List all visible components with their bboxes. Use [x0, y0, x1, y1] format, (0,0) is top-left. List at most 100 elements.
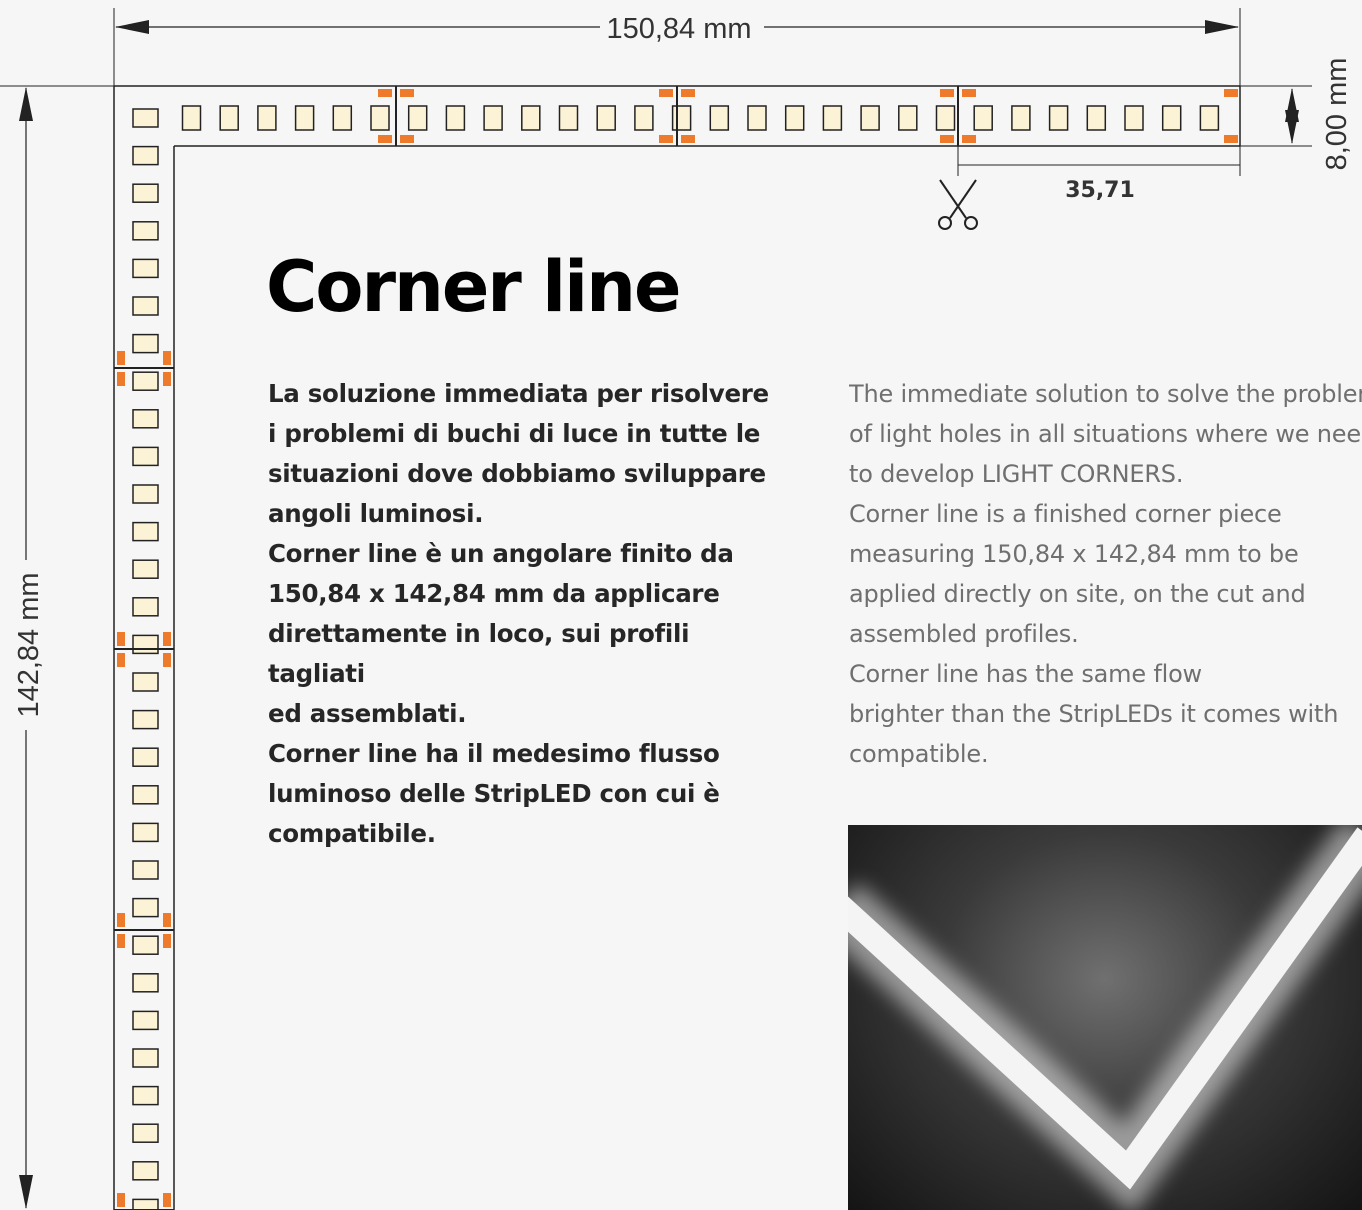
- led-chip: [132, 1161, 159, 1181]
- led-chip: [822, 105, 843, 131]
- led-chip: [1048, 105, 1069, 131]
- led-chip: [132, 1123, 159, 1143]
- led-chip: [558, 105, 579, 131]
- led-chip: [132, 296, 159, 316]
- paragraph: Corner line has the same flow brighter th…: [849, 654, 1362, 774]
- text-line: measuring 150,84 x 142,84 mm to be: [849, 540, 1299, 568]
- led-chip: [332, 105, 353, 131]
- led-chip: [132, 1085, 159, 1106]
- led-chip: [132, 1010, 159, 1031]
- led-chip: [407, 105, 428, 131]
- solder-pad: [1224, 135, 1238, 143]
- solder-pad: [117, 372, 125, 386]
- english-description: The immediate solution to solve the prob…: [849, 374, 1362, 774]
- text-line: i problemi di buchi di luce in tutte le: [268, 419, 761, 448]
- text-line: compatibile.: [268, 819, 436, 848]
- led-chip: [132, 1198, 159, 1210]
- text-line: brighter than the StripLEDs it comes wit…: [849, 700, 1339, 728]
- paragraph: Corner line ha il medesimo flusso luminos…: [268, 734, 788, 854]
- height-dimension: 142,84 mm: [13, 87, 45, 1209]
- led-chip: [521, 105, 541, 131]
- solder-pad: [681, 89, 695, 97]
- led-chip: [132, 258, 159, 279]
- led-chip: [132, 446, 159, 467]
- led-chip: [370, 105, 390, 131]
- led-chip: [132, 371, 159, 391]
- led-chip: [898, 105, 918, 131]
- solder-pad: [117, 934, 125, 948]
- text-line: of light holes in all situations where w…: [849, 420, 1362, 448]
- led-chip: [860, 105, 880, 131]
- paragraph: The immediate solution to solve the prob…: [849, 374, 1362, 494]
- led-chip: [132, 822, 159, 843]
- solder-pad: [163, 351, 171, 365]
- led-chip: [132, 634, 159, 655]
- solder-pad: [659, 135, 673, 143]
- led-chip: [132, 747, 159, 767]
- cut-spacing-label: 35,71: [1065, 178, 1135, 203]
- solder-pad: [117, 653, 125, 667]
- text-line: to develop LIGHT CORNERS.: [849, 460, 1184, 488]
- led-chip: [132, 221, 159, 241]
- text-line: angoli luminosi.: [268, 499, 484, 528]
- solder-pad: [400, 89, 414, 97]
- solder-pad: [400, 135, 414, 143]
- led-chip: [132, 709, 159, 730]
- led-chip: [596, 105, 616, 131]
- solder-pad: [117, 1193, 125, 1207]
- led-chip: [1011, 105, 1031, 131]
- text-line: ed assemblati.: [268, 699, 467, 728]
- led-chip: [257, 105, 277, 131]
- paragraph: La soluzione immediata per risolvere i pr…: [268, 374, 788, 534]
- page-title: Corner line: [266, 246, 681, 328]
- led-chip: [132, 672, 159, 692]
- cut-spacing-dimension: 35,71: [957, 146, 1241, 203]
- led-chip: [132, 935, 159, 955]
- solder-pad: [962, 89, 976, 97]
- text-line: La soluzione immediata per risolvere: [268, 379, 769, 408]
- solder-pad: [1224, 89, 1238, 97]
- text-line: situazioni dove dobbiamo sviluppare: [268, 459, 766, 488]
- led-chip: [132, 559, 159, 579]
- text-line: Corner line ha il medesimo flusso: [268, 739, 720, 768]
- text-line: Corner line è un angolare finito da: [268, 539, 734, 568]
- text-line: applied directly on site, on the cut and: [849, 580, 1306, 608]
- led-chip: [445, 105, 466, 131]
- solder-pad: [163, 653, 171, 667]
- paragraph: Corner line is a finished corner piece me…: [849, 494, 1362, 654]
- solder-pad: [163, 1193, 171, 1207]
- solder-pad: [163, 934, 171, 948]
- led-chip: [973, 105, 993, 131]
- led-chip: [132, 484, 159, 504]
- scissors-icon: [938, 179, 978, 230]
- led-chip: [181, 105, 202, 131]
- led-chip: [1124, 105, 1144, 131]
- led-chip: [132, 785, 159, 805]
- solder-pad: [659, 89, 673, 97]
- solder-pad: [940, 89, 954, 97]
- led-chip: [935, 105, 956, 131]
- width-label: 150,84 mm: [606, 13, 751, 45]
- led-chip: [132, 1048, 159, 1068]
- led-chip: [747, 105, 767, 131]
- solder-pad: [940, 135, 954, 143]
- led-chip: [709, 105, 730, 131]
- led-chip: [784, 105, 805, 131]
- paragraph: Corner line è un angolare finito da 150,8…: [268, 534, 788, 734]
- led-chip: [132, 145, 159, 166]
- solder-pad: [378, 135, 392, 143]
- led-chip: [1161, 105, 1182, 131]
- product-photo: [848, 825, 1362, 1210]
- text-line: Corner line has the same flow: [849, 660, 1202, 688]
- text-line: The immediate solution to solve the prob…: [849, 380, 1362, 408]
- led-chip: [132, 521, 159, 542]
- solder-pad: [117, 351, 125, 365]
- led-chip: [1199, 105, 1220, 131]
- led-chip: [132, 897, 159, 918]
- solder-pad: [117, 632, 125, 646]
- led-chip: [294, 105, 315, 131]
- solder-pad: [378, 89, 392, 97]
- led-chip: [132, 409, 159, 429]
- solder-pad: [163, 632, 171, 646]
- led-chip: [671, 105, 692, 131]
